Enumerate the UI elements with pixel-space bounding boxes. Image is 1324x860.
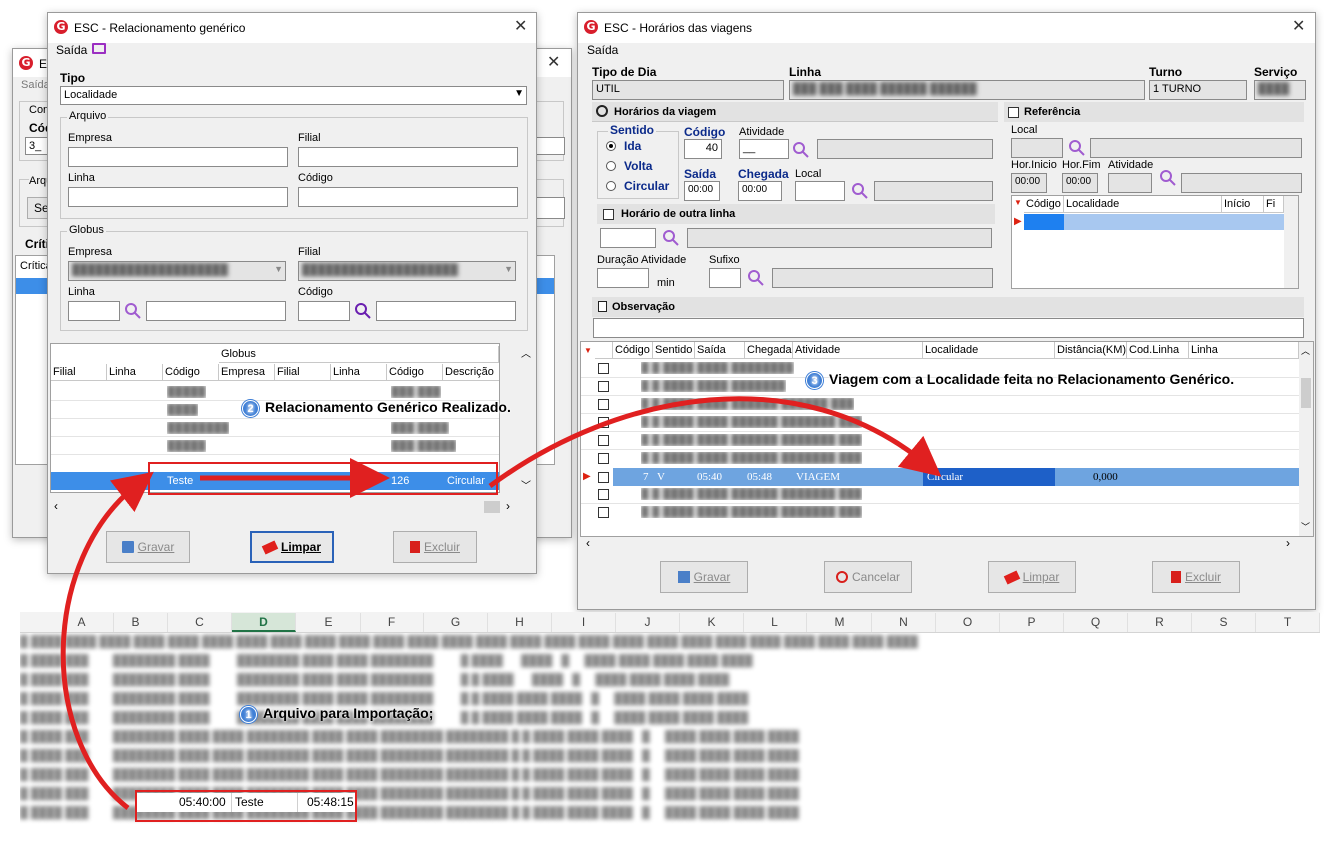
callout-three-badge: 3 <box>806 371 823 389</box>
arrow-sheet-to-grid <box>60 471 154 810</box>
callout-two-badge: 2 <box>242 399 259 417</box>
arrow-grid-to-viagens <box>488 396 942 489</box>
callout-one-text: Arquivo para Importação; <box>263 705 434 721</box>
callout-one: 1 Arquivo para Importação; <box>240 705 433 723</box>
callout-one-badge: 1 <box>240 705 257 723</box>
callout-three: 3 Viagem com a Localidade feita no Relaci… <box>806 371 1234 389</box>
annotation-arrows <box>60 396 942 810</box>
callout-two-text: Relacionamento Genérico Realizado. <box>265 399 511 415</box>
callout-two: 2 Relacionamento Genérico Realizado. <box>242 399 511 417</box>
callout-three-text: Viagem com a Localidade feita no Relacio… <box>829 371 1235 387</box>
